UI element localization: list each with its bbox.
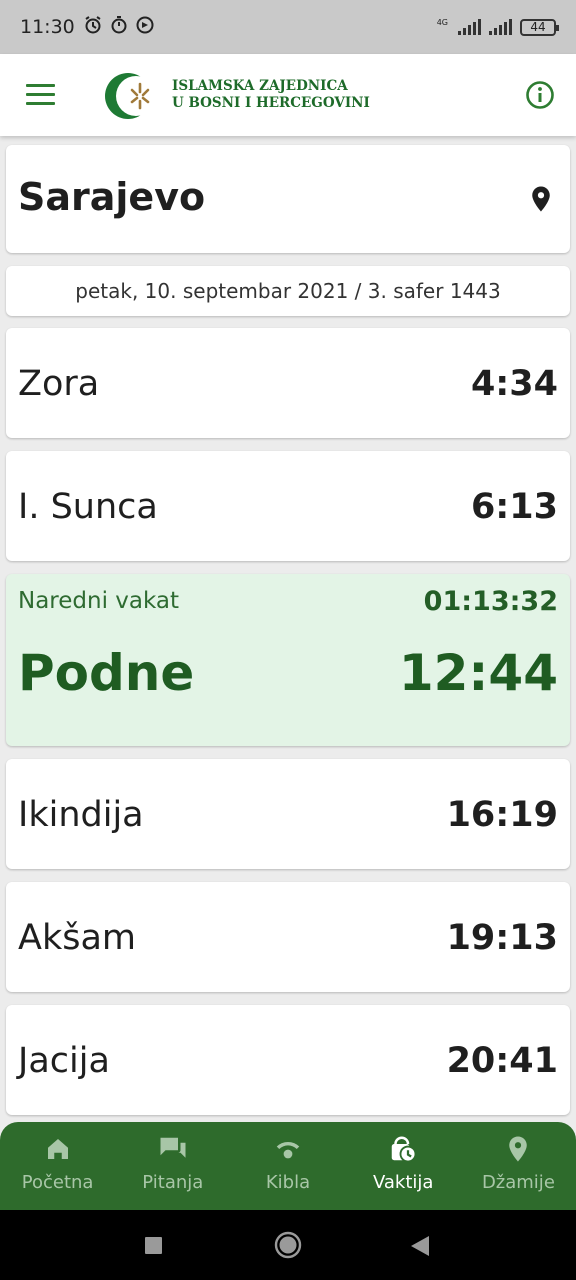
next-prayer-name: Podne (18, 644, 195, 702)
home-button[interactable] (274, 1231, 302, 1263)
org-name-line1: ISLAMSKA ZAJEDNICA (172, 78, 348, 94)
signal-icon-2 (489, 19, 512, 35)
prayer-card-izlazak-sunca[interactable]: I. Sunca 6:13 (6, 451, 570, 561)
location-pin-icon[interactable] (526, 183, 556, 215)
prayer-time: 20:41 (446, 1041, 558, 1081)
prayer-card-zora[interactable]: Zora 4:34 (6, 328, 570, 438)
alarm-icon (83, 15, 103, 40)
location-card[interactable]: Sarajevo (6, 145, 570, 253)
nav-item-pitanja[interactable]: Pitanja (115, 1122, 230, 1210)
timer-off-icon (109, 15, 129, 40)
system-nav-bar (0, 1210, 576, 1280)
next-prayer-label: Naredni vakat (18, 588, 180, 614)
nav-label: Pitanja (142, 1172, 204, 1193)
logo (104, 70, 160, 122)
date-text: petak, 10. septembar 2021 / 3. safer 144… (75, 279, 501, 303)
app-bar: ISLAMSKA ZAJEDNICA U BOSNI I HERCEGOVINI (0, 54, 576, 136)
prayer-name: Zora (18, 364, 100, 404)
nav-label: Kibla (265, 1172, 311, 1193)
prayer-card-aksam[interactable]: Akšam 19:13 (6, 882, 570, 992)
next-prayer-card[interactable]: Naredni vakat 01:13:32 Podne 12:44 (6, 574, 570, 746)
prayer-card-ikindija[interactable]: Ikindija 16:19 (6, 759, 570, 869)
vaktija-icon (388, 1134, 418, 1168)
network-type: 4G (436, 17, 448, 27)
prayer-name: Akšam (18, 918, 136, 958)
qibla-icon (273, 1134, 303, 1168)
nav-item-pocetna[interactable]: Početna (0, 1122, 115, 1210)
nav-item-vaktija[interactable]: Vaktija (346, 1122, 461, 1210)
nav-item-kibla[interactable]: Kibla (230, 1122, 345, 1210)
prayer-card-jacija[interactable]: Jacija 20:41 (6, 1005, 570, 1115)
date-card: petak, 10. septembar 2021 / 3. safer 144… (6, 266, 570, 316)
next-prayer-time: 12:44 (398, 644, 558, 702)
countdown-timer: 01:13:32 (423, 586, 558, 617)
recents-button[interactable] (145, 1237, 162, 1258)
prayer-time: 4:34 (470, 364, 558, 404)
prayer-time: 6:13 (470, 487, 558, 527)
nav-label: Vaktija (372, 1172, 434, 1193)
city-name: Sarajevo (18, 175, 206, 219)
info-icon[interactable] (525, 80, 555, 110)
org-name: ISLAMSKA ZAJEDNICA U BOSNI I HERCEGOVINI (172, 78, 370, 112)
home-icon (43, 1134, 73, 1168)
data-saver-icon (135, 15, 155, 40)
back-button[interactable] (410, 1235, 430, 1261)
org-name-line2: U BOSNI I HERCEGOVINI (172, 95, 370, 111)
nav-item-dzamije[interactable]: Džamije (461, 1122, 576, 1210)
location-pin-icon (503, 1134, 533, 1168)
status-bar: 11:30 4G 44 (0, 0, 576, 54)
chat-icon (158, 1134, 188, 1168)
bottom-nav: Početna Pitanja Kibla Vaktija Džamije (0, 1122, 576, 1210)
prayer-name: Ikindija (18, 795, 144, 835)
nav-label: Početna (21, 1172, 94, 1193)
status-time: 11:30 (20, 16, 75, 38)
prayer-name: Jacija (18, 1041, 110, 1081)
nav-label: Džamije (481, 1172, 555, 1193)
prayer-time: 16:19 (446, 795, 558, 835)
signal-icon (458, 19, 481, 35)
battery-icon: 44 (520, 18, 559, 36)
menu-button[interactable] (26, 84, 56, 106)
prayer-time: 19:13 (446, 918, 558, 958)
prayer-name: I. Sunca (18, 487, 158, 527)
